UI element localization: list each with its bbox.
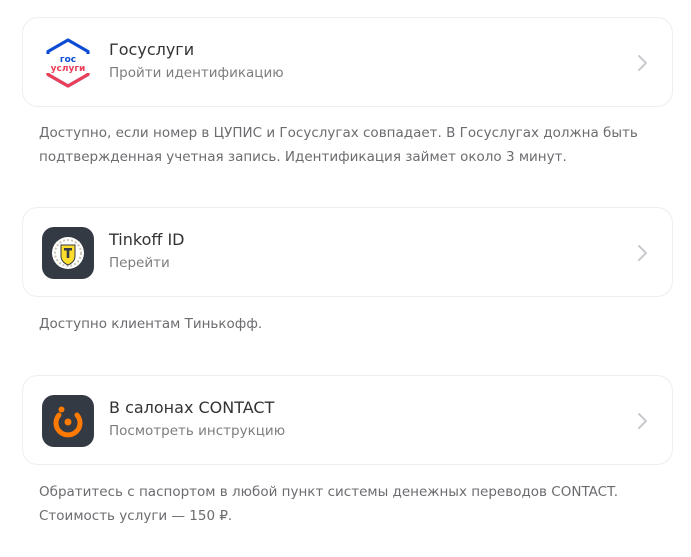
contact-title: В салонах CONTACT bbox=[109, 398, 275, 417]
gosuslugi-logo-icon: гос услуги bbox=[42, 37, 94, 89]
contact-subtitle: Посмотреть инструкцию bbox=[109, 423, 286, 439]
tinkoff-logo-icon bbox=[42, 227, 94, 279]
svg-text:услуги: услуги bbox=[51, 64, 86, 74]
chevron-right-icon bbox=[638, 55, 647, 71]
gosuslugi-subtitle: Пройти идентификацию bbox=[109, 65, 284, 81]
gosuslugi-title: Госуслуги bbox=[109, 40, 195, 59]
contact-note: Обратитесь с паспортом в любой пункт сис… bbox=[39, 484, 618, 524]
chevron-right-icon bbox=[638, 245, 647, 261]
tinkoff-note: Доступно клиентам Тинькофф. bbox=[39, 316, 263, 332]
gosuslugi-card[interactable]: гос услуги Госуслуги Пройти идентификаци… bbox=[22, 17, 673, 107]
contact-card[interactable]: В салонах CONTACT Посмотреть инструкцию bbox=[22, 375, 673, 465]
tinkoff-card[interactable]: Tinkoff ID Перейти bbox=[22, 207, 673, 297]
tinkoff-title: Tinkoff ID bbox=[109, 230, 185, 249]
gosuslugi-note: Доступно, если номер в ЦУПИС и Госуслуга… bbox=[39, 125, 638, 165]
contact-logo-icon bbox=[42, 395, 94, 447]
chevron-right-icon bbox=[638, 413, 647, 429]
tinkoff-subtitle: Перейти bbox=[109, 255, 170, 271]
